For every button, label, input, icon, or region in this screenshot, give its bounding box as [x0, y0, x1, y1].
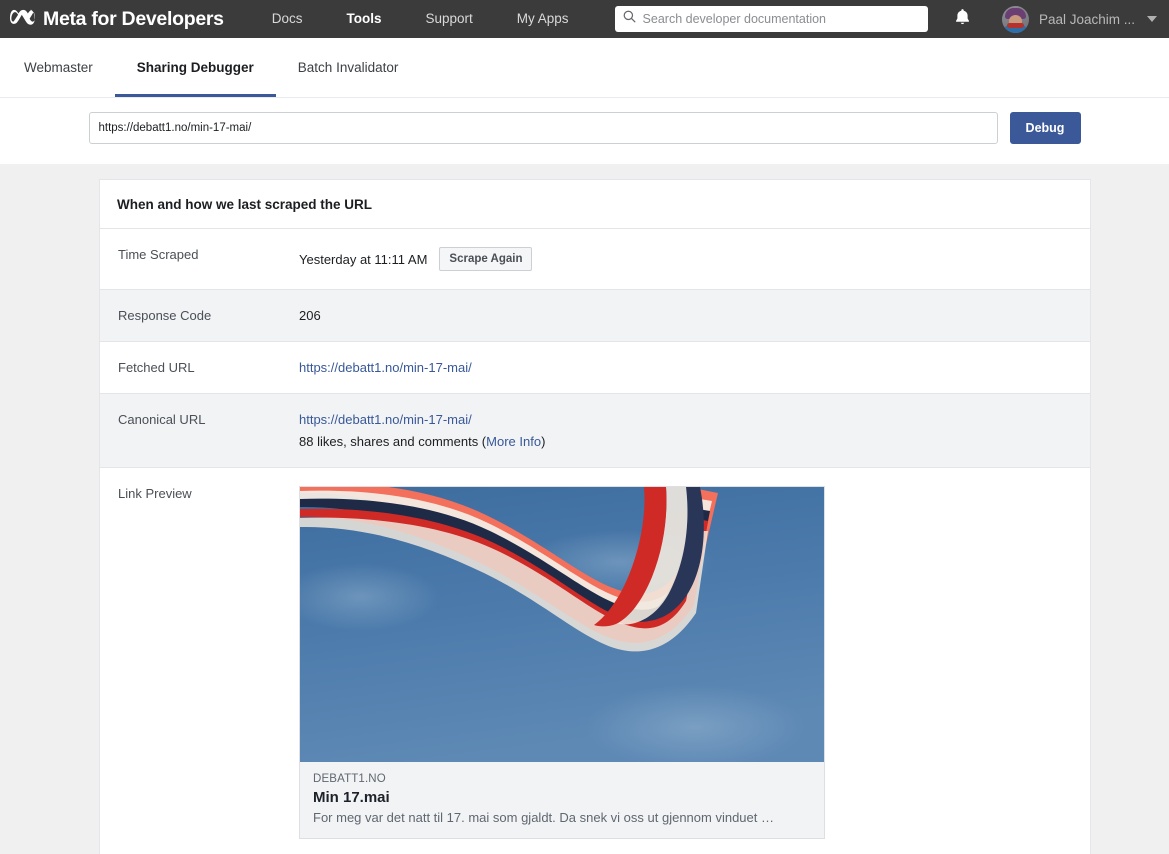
canonical-url-link[interactable]: https://debatt1.no/min-17-mai/: [299, 412, 1072, 427]
time-scraped-value: Yesterday at 11:11 AM: [299, 251, 428, 267]
fetched-url-link[interactable]: https://debatt1.no/min-17-mai/: [299, 360, 1072, 375]
link-preview-text: DEBATT1.NO Min 17.mai For meg var det na…: [300, 762, 824, 838]
user-menu[interactable]: Paal Joachim ...: [1001, 5, 1157, 33]
table-row-response-code: Response Code 206: [100, 290, 1090, 342]
engagement-summary: 88 likes, shares and comments (More Info…: [299, 434, 1072, 449]
table-row-canonical-url: Canonical URL https://debatt1.no/min-17-…: [100, 394, 1090, 468]
card-title: When and how we last scraped the URL: [100, 180, 1090, 229]
preview-description: For meg var det natt til 17. mai som gja…: [313, 810, 774, 825]
preview-domain: DEBATT1.NO: [313, 773, 386, 785]
tool-tabs: Webmaster Sharing Debugger Batch Invalid…: [0, 38, 1169, 98]
chevron-down-icon[interactable]: [1147, 16, 1157, 22]
meta-infinity-logo-icon: [10, 8, 36, 31]
url-input[interactable]: [88, 112, 998, 144]
nav-link-my-apps[interactable]: My Apps: [495, 0, 591, 38]
search-input[interactable]: [642, 12, 920, 26]
preview-title: Min 17.mai: [313, 789, 390, 806]
user-name-label: Paal Joachim ...: [1038, 11, 1135, 27]
page-content: When and how we last scraped the URL Tim…: [0, 164, 1169, 854]
table-row-link-preview: Link Preview DEBATT1.NO Min 17.mai For m…: [100, 468, 1090, 854]
engagement-suffix: ): [541, 434, 546, 449]
tab-sharing-debugger[interactable]: Sharing Debugger: [114, 38, 276, 97]
tab-batch-invalidator-label: Batch Invalidator: [297, 60, 399, 75]
table-row-time-scraped: Time Scraped Yesterday at 11:11 AM Scrap…: [100, 229, 1090, 290]
top-navigation-bar: Meta for Developers Docs Tools Support M…: [0, 0, 1169, 38]
primary-nav-links: Docs Tools Support My Apps: [250, 0, 591, 38]
search-icon: [623, 10, 636, 28]
tab-sharing-debugger-label: Sharing Debugger: [136, 60, 254, 75]
nav-link-support[interactable]: Support: [403, 0, 494, 38]
row-label-response-code: Response Code: [118, 308, 212, 323]
nav-link-tools[interactable]: Tools: [324, 0, 403, 38]
more-info-link[interactable]: More Info: [486, 434, 541, 449]
table-row-fetched-url: Fetched URL https://debatt1.no/min-17-ma…: [100, 342, 1090, 394]
tab-batch-invalidator[interactable]: Batch Invalidator: [276, 38, 421, 97]
tab-webmaster[interactable]: Webmaster: [2, 38, 115, 97]
scrape-results-card: When and how we last scraped the URL Tim…: [99, 179, 1091, 854]
avatar: [1001, 5, 1029, 33]
row-label-fetched-url: Fetched URL: [118, 360, 195, 375]
row-label-time-scraped: Time Scraped: [118, 247, 199, 262]
engagement-prefix: 88 likes, shares and comments (: [299, 434, 487, 449]
global-search[interactable]: [614, 6, 928, 32]
brand-title: Meta for Developers: [43, 7, 224, 30]
tab-webmaster-label: Webmaster: [24, 60, 93, 75]
row-label-canonical-url: Canonical URL: [118, 412, 206, 427]
brand-logo[interactable]: Meta for Developers: [10, 8, 224, 31]
bell-icon: [954, 8, 971, 31]
row-label-link-preview: Link Preview: [118, 486, 192, 501]
link-preview-card[interactable]: DEBATT1.NO Min 17.mai For meg var det na…: [299, 486, 825, 839]
norwegian-flag-image: [300, 487, 824, 762]
response-code-value: 206: [299, 308, 321, 323]
nav-link-docs[interactable]: Docs: [250, 0, 325, 38]
url-debug-bar: Debug: [0, 98, 1169, 164]
scrape-again-button[interactable]: Scrape Again: [439, 247, 533, 271]
notifications-button[interactable]: [950, 5, 976, 33]
debug-button[interactable]: Debug: [1009, 112, 1081, 144]
